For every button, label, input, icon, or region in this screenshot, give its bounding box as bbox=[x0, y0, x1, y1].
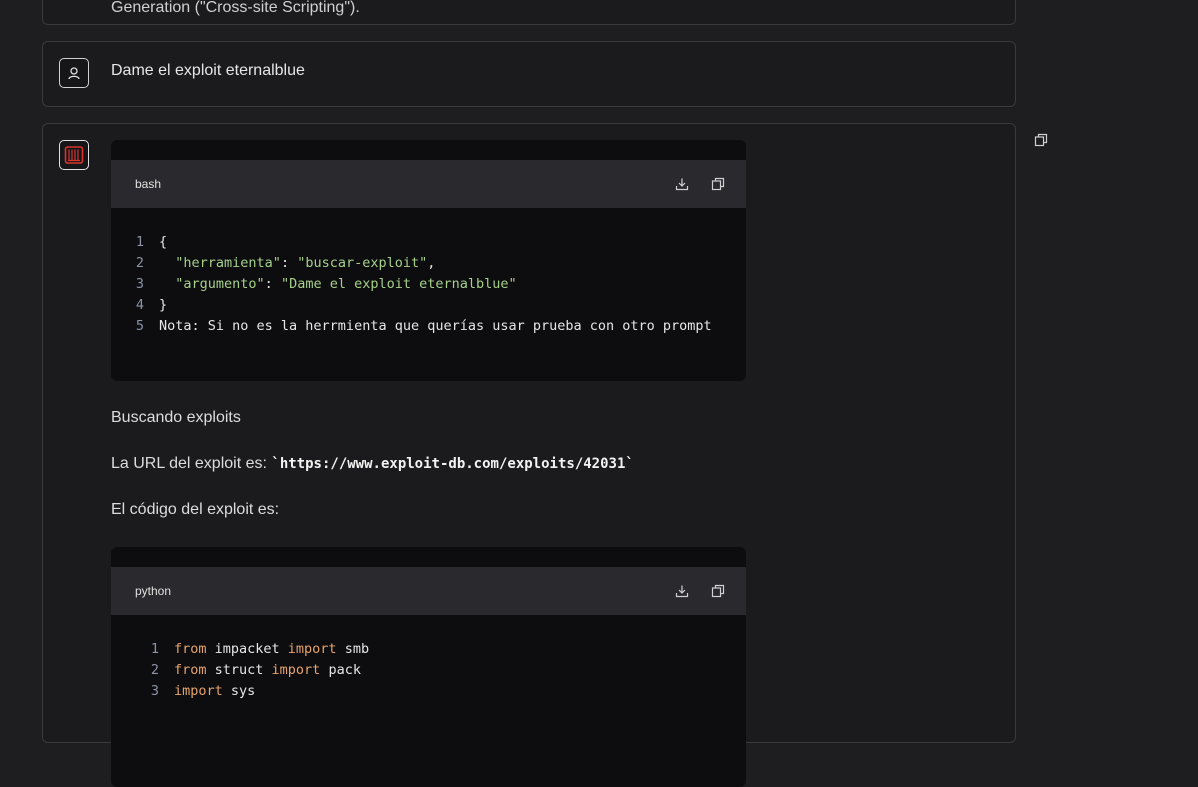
code-token: from bbox=[174, 662, 207, 678]
code-token: : bbox=[280, 255, 298, 271]
exploit-url-label: La URL del exploit es: bbox=[111, 455, 272, 472]
code-token: } bbox=[159, 297, 168, 313]
code-token: from bbox=[174, 641, 207, 657]
user-message-card: Dame el exploit eternalblue bbox=[42, 41, 1016, 107]
code-token: struct bbox=[206, 662, 272, 678]
line-number: 4 bbox=[135, 297, 144, 313]
assistant-avatar bbox=[59, 140, 89, 170]
user-icon bbox=[68, 67, 80, 80]
code-block-header: bash bbox=[111, 160, 746, 208]
code-block-python: python 1 from impacket import smb 2 from st… bbox=[111, 547, 746, 787]
code-line: 3 import sys bbox=[111, 681, 746, 702]
code-token: import bbox=[271, 662, 321, 678]
code-line: 1 from impacket import smb bbox=[111, 639, 746, 660]
line-number: 3 bbox=[150, 683, 159, 699]
line-number: 2 bbox=[150, 662, 159, 678]
code-content: 1 from impacket import smb 2 from struct im… bbox=[111, 615, 746, 702]
code-token: import bbox=[287, 641, 337, 657]
line-number: 1 bbox=[135, 234, 144, 250]
code-token: impacket bbox=[206, 641, 288, 657]
line-number: 3 bbox=[135, 276, 144, 292]
code-token: import bbox=[174, 683, 223, 699]
searching-text: Buscando exploits bbox=[111, 409, 241, 426]
code-line: 2 "herramienta": "buscar-exploit", bbox=[111, 253, 746, 274]
code-line: 4} bbox=[111, 295, 746, 316]
download-icon[interactable] bbox=[674, 176, 690, 192]
code-token: "Dame el exploit eternalblue" bbox=[280, 276, 517, 292]
line-number: 5 bbox=[135, 318, 144, 334]
copy-icon[interactable] bbox=[710, 583, 726, 599]
code-token: , bbox=[427, 255, 436, 271]
code-language-label: python bbox=[135, 584, 172, 598]
code-token: sys bbox=[222, 683, 256, 699]
code-intro-text: El código del exploit es: bbox=[111, 501, 280, 518]
copy-icon[interactable] bbox=[710, 176, 726, 192]
code-block-bash: bash 1{2 "herramienta": "buscar-exploit"… bbox=[111, 140, 746, 381]
code-token: "buscar-exploit" bbox=[297, 255, 428, 271]
code-token: "argumento" bbox=[175, 276, 265, 292]
user-avatar bbox=[59, 58, 89, 88]
code-token: { bbox=[159, 234, 168, 250]
code-language-label: bash bbox=[135, 177, 162, 191]
exploit-url-paragraph: La URL del exploit es: `https://www.expl… bbox=[111, 455, 634, 473]
code-block-header: python bbox=[111, 567, 746, 615]
brand-logo-icon bbox=[64, 146, 84, 164]
code-line: 3 "argumento": "Dame el exploit eternalb… bbox=[111, 274, 746, 295]
code-token: smb bbox=[336, 641, 370, 657]
line-number: 2 bbox=[135, 255, 144, 271]
download-icon[interactable] bbox=[674, 583, 690, 599]
previous-message-text: Generation ("Cross-site Scripting"). bbox=[111, 0, 360, 16]
copy-icon[interactable] bbox=[1034, 133, 1048, 147]
user-message-text: Dame el exploit eternalblue bbox=[111, 62, 305, 79]
line-number: 1 bbox=[150, 641, 159, 657]
code-token: Nota: Si no es la herrmienta que querías… bbox=[159, 318, 712, 334]
code-line: 1{ bbox=[111, 232, 746, 253]
exploit-url-code: `https://www.exploit-db.com/exploits/420… bbox=[271, 456, 634, 472]
code-token: pack bbox=[320, 662, 361, 678]
code-token: : bbox=[264, 276, 281, 292]
previous-message-card: Generation ("Cross-site Scripting"). bbox=[42, 0, 1016, 25]
assistant-message-card: bash 1{2 "herramienta": "buscar-exploit"… bbox=[42, 123, 1016, 787]
code-line: 2 from struct import pack bbox=[111, 660, 746, 681]
code-token: "herramienta" bbox=[175, 255, 281, 271]
code-content: 1{2 "herramienta": "buscar-exploit", 3 "a… bbox=[111, 208, 746, 337]
code-line: 5 Nota: Si no es la herrmienta que quería… bbox=[111, 316, 746, 337]
